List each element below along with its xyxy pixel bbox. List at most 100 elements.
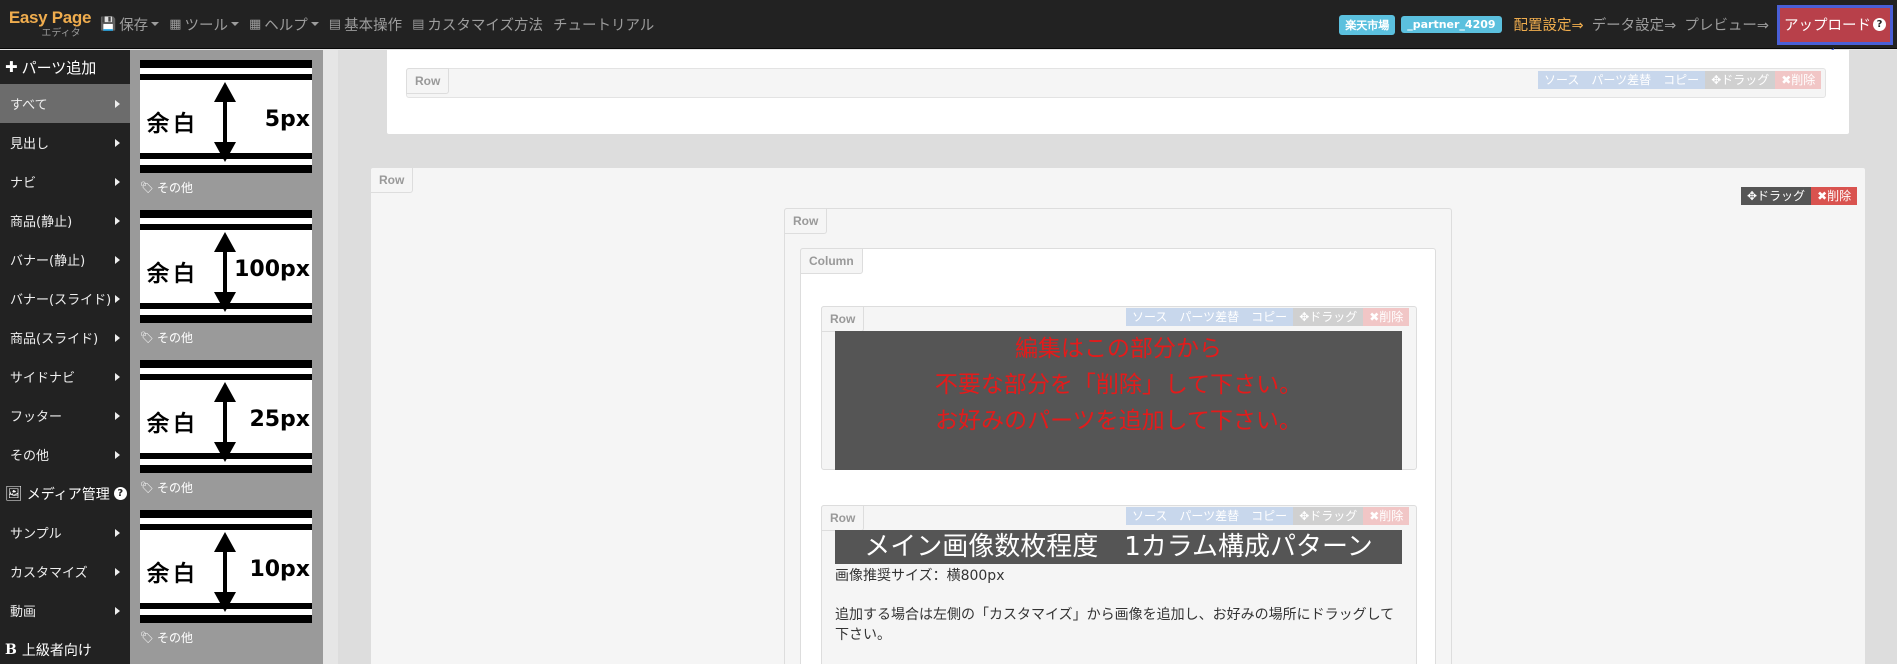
row-label[interactable]: Row bbox=[784, 208, 828, 234]
thumbnail-image[interactable]: 余白 10px bbox=[140, 510, 312, 623]
double-arrow-icon bbox=[214, 82, 236, 162]
chevron-right-icon bbox=[115, 567, 120, 576]
sidebar-item-label: 動画 bbox=[10, 605, 37, 620]
sidebar-item-video[interactable]: 動画 bbox=[0, 591, 130, 630]
replace-part-button[interactable]: パーツ差替 bbox=[1173, 308, 1246, 326]
thumbnail-image[interactable]: 余白 5px bbox=[140, 60, 312, 173]
image-icon: 🖼 bbox=[5, 485, 23, 502]
shop-badge: 楽天市場 bbox=[1339, 14, 1396, 35]
row-label[interactable]: Row bbox=[821, 505, 865, 531]
thumbnail-image[interactable]: 余白 100px bbox=[140, 210, 312, 323]
copy-button[interactable]: コピー bbox=[1657, 71, 1706, 89]
thumbnail-yohaku-text: 余白 bbox=[147, 112, 200, 137]
sidebar-item-banner-static[interactable]: バナー(静止) bbox=[0, 240, 130, 279]
help-icon[interactable]: ? bbox=[1873, 18, 1886, 31]
title-banner: メイン画像数枚程度 1カラム構成パターン bbox=[835, 530, 1402, 564]
sidebar-item-product-slide[interactable]: 商品(スライド) bbox=[0, 318, 130, 357]
copy-button[interactable]: コピー bbox=[1245, 308, 1294, 326]
thumbnail-item[interactable]: 余白 25px 🏷 その他 bbox=[140, 360, 312, 496]
upload-button[interactable]: アップロード ? bbox=[1777, 4, 1893, 45]
sidebar-item-customize[interactable]: カスタマイズ bbox=[0, 552, 130, 591]
source-button[interactable]: ソース bbox=[1126, 308, 1174, 326]
thumbnail-image[interactable]: 余白 25px bbox=[140, 360, 312, 473]
delete-button[interactable]: ✖削除 bbox=[1775, 71, 1822, 89]
copy-button[interactable]: コピー bbox=[1245, 507, 1294, 525]
chevron-right-icon bbox=[115, 450, 120, 459]
thumbnail-item[interactable]: 余白 100px 🏷 その他 bbox=[140, 210, 312, 346]
sidebar-item-label: サイドナビ bbox=[10, 371, 76, 386]
add-parts-header[interactable]: ✚ パーツ追加 bbox=[0, 50, 130, 84]
content-row-toolbar: ソース パーツ差替 コピー ✥ドラッグ ✖削除 bbox=[1126, 507, 1410, 525]
sidebar-item-side-navi[interactable]: サイドナビ bbox=[0, 357, 130, 396]
thumbnail-item[interactable]: 余白 5px 🏷 その他 bbox=[140, 60, 312, 196]
help-menu-label: ヘルプ bbox=[264, 17, 308, 34]
tools-menu[interactable]: ▦ ツール bbox=[169, 14, 239, 35]
sidebar-item-banner-slide[interactable]: バナー(スライド) bbox=[0, 279, 130, 318]
double-arrow-icon bbox=[214, 532, 236, 612]
source-button[interactable]: ソース bbox=[1126, 507, 1174, 525]
sidebar-item-label: カスタマイズ bbox=[10, 566, 88, 581]
save-menu[interactable]: 💾 保存 bbox=[100, 14, 160, 35]
advanced-label: 上級者向け bbox=[21, 642, 92, 659]
sidebar-item-label: 商品(スライド) bbox=[10, 332, 99, 347]
row-label[interactable]: Row bbox=[821, 306, 865, 332]
nav-right: 楽天市場 _partner_4209 配置設定⇒ データ設定⇒ プレビュー⇒ ア… bbox=[1339, 0, 1897, 49]
floppy-disk-icon: 💾 bbox=[100, 16, 117, 32]
sidebar-item-label: サンプル bbox=[10, 527, 62, 542]
data-settings-link[interactable]: データ設定⇒ bbox=[1592, 14, 1677, 35]
drag-handle[interactable]: ✥ドラッグ bbox=[1293, 507, 1364, 525]
help-menu[interactable]: ▦ ヘルプ bbox=[249, 14, 319, 35]
media-management[interactable]: 🖼 メディア管理 ? bbox=[0, 474, 130, 513]
tutorial-link[interactable]: チュートリアル bbox=[553, 14, 654, 35]
sidebar-item-navi[interactable]: ナビ bbox=[0, 162, 130, 201]
sidebar-item-footer[interactable]: フッター bbox=[0, 396, 130, 435]
brand-title: Easy Page bbox=[8, 8, 92, 27]
sidebar-item-label: 見出し bbox=[10, 137, 50, 152]
drag-handle[interactable]: ✥ドラッグ bbox=[1293, 308, 1364, 326]
column-label[interactable]: Column bbox=[800, 248, 863, 274]
drag-handle[interactable]: ✥ドラッグ bbox=[1705, 71, 1776, 89]
row-label[interactable]: Row bbox=[370, 167, 414, 193]
thumbnail-yohaku-text: 余白 bbox=[147, 262, 200, 287]
thumbnail-tag: 🏷 その他 bbox=[140, 629, 312, 646]
sidebar-item-other[interactable]: その他 bbox=[0, 435, 130, 474]
add-parts-label: パーツ追加 bbox=[21, 58, 97, 77]
delete-button[interactable]: ✖削除 bbox=[1363, 308, 1410, 326]
sidebar-item-heading[interactable]: 見出し bbox=[0, 123, 130, 162]
source-button[interactable]: ソース bbox=[1538, 71, 1586, 89]
thumbnail-tag-label: その他 bbox=[156, 331, 193, 345]
thumbnail-tag: 🏷 その他 bbox=[140, 479, 312, 496]
drag-handle[interactable]: ✥ドラッグ bbox=[1741, 187, 1812, 205]
banner-line: お好みのパーツを追加して下さい。 bbox=[935, 408, 1302, 434]
sidebar-item-label: すべて bbox=[10, 98, 48, 113]
list-icon: ▤ bbox=[328, 16, 342, 32]
sidebar-item-all[interactable]: すべて bbox=[0, 84, 130, 123]
caret-down-icon bbox=[310, 22, 319, 26]
delete-button[interactable]: ✖削除 bbox=[1363, 507, 1410, 525]
thumbnail-item[interactable]: 余白 10px 🏷 その他 bbox=[140, 510, 312, 646]
brand-logo[interactable]: Easy Page エディタ bbox=[0, 0, 100, 49]
row-label[interactable]: Row bbox=[406, 68, 450, 94]
sidebar-item-product-static[interactable]: 商品(静止) bbox=[0, 201, 130, 240]
sidebar-item-label: バナー(静止) bbox=[10, 254, 86, 269]
layout-settings-link[interactable]: 配置設定⇒ bbox=[1514, 14, 1584, 35]
customize-method-link[interactable]: ▤ カスタマイズ方法 bbox=[412, 14, 543, 35]
advanced-section[interactable]: B 上級者向け bbox=[0, 630, 130, 664]
brand-subtitle: エディタ bbox=[41, 28, 81, 39]
basic-operation-link[interactable]: ▤ 基本操作 bbox=[329, 14, 402, 35]
replace-part-button[interactable]: パーツ差替 bbox=[1173, 507, 1246, 525]
thumbnail-size-text: 100px bbox=[234, 257, 310, 282]
tutorial-label: チュートリアル bbox=[552, 17, 655, 34]
preview-link[interactable]: プレビュー⇒ bbox=[1684, 14, 1769, 35]
edit-instruction-banner: 編集はこの部分から 不要な部分を「削除」して下さい。 お好みのパーツを追加して下… bbox=[835, 331, 1402, 470]
nav-left: 💾 保存 ▦ ツール ▦ ヘルプ ▤ 基本操作 ▤ カスタマイズ方法 チュートリ… bbox=[100, 0, 664, 49]
parts-thumbnail-list: 余白 5px 🏷 その他 余白 100px 🏷 その他 余白 25px 🏷 その他 余… bbox=[130, 50, 323, 664]
sidebar-item-sample[interactable]: サンプル bbox=[0, 513, 130, 552]
help-icon[interactable]: ? bbox=[113, 487, 127, 500]
replace-part-button[interactable]: パーツ差替 bbox=[1585, 71, 1658, 89]
thumbnail-tag: 🏷 その他 bbox=[140, 329, 312, 346]
thumbnail-size-text: 25px bbox=[249, 407, 310, 432]
thumbnail-tag-label: その他 bbox=[156, 181, 193, 195]
customize-method-label: カスタマイズ方法 bbox=[427, 17, 543, 34]
delete-button[interactable]: ✖削除 bbox=[1811, 187, 1858, 205]
